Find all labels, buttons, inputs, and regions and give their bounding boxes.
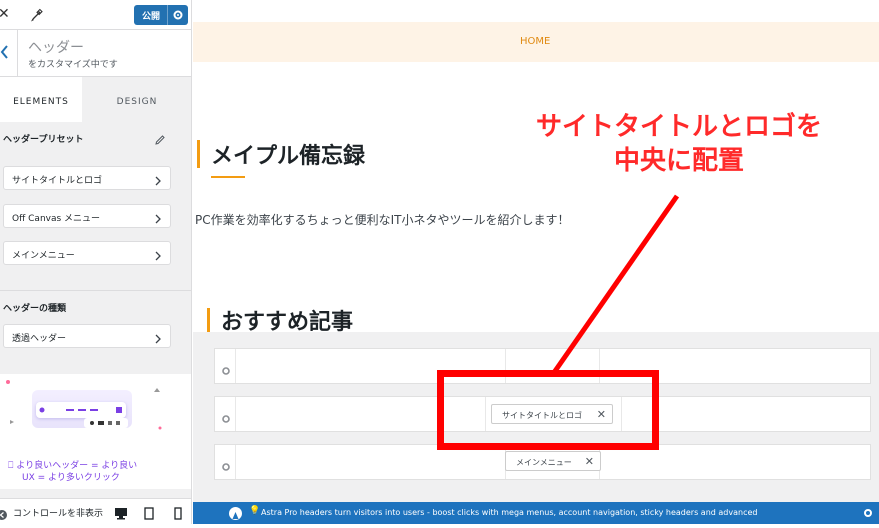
annotation-highlight-box bbox=[437, 370, 659, 450]
annotation-line-2: 中央に配置 bbox=[613, 146, 744, 176]
promo-illustration bbox=[32, 390, 132, 428]
item-site-title-logo[interactable]: サイトタイトルとロゴ bbox=[3, 166, 171, 190]
pencil-icon[interactable] bbox=[30, 7, 44, 22]
chevron-right-icon bbox=[154, 172, 162, 186]
pro-promo-card[interactable]: ⎕ より良いヘッダー = より良い UX = より多いクリック bbox=[0, 374, 191, 489]
panel-tabs: ELEMENTS DESIGN bbox=[0, 77, 191, 122]
back-chevron-icon[interactable] bbox=[0, 42, 10, 62]
promo-line-1: より良いヘッダー = より良い bbox=[16, 461, 138, 471]
lightbulb-icon: 💡 bbox=[249, 506, 261, 516]
customizer-topbar: ✕ 公開 bbox=[0, 0, 191, 30]
annotation-text: サイトタイトルとロゴを 中央に配置 bbox=[499, 110, 859, 178]
banner-settings-gear-icon[interactable] bbox=[857, 502, 879, 524]
item-label: 透過ヘッダー bbox=[12, 334, 67, 344]
tablet-device-icon[interactable] bbox=[144, 505, 154, 524]
item-label: Off Canvas メニュー bbox=[12, 214, 101, 224]
annotation-line-1: サイトタイトルとロゴを bbox=[535, 112, 822, 142]
panel-title: ヘッダー bbox=[28, 40, 84, 56]
customizer-sidebar: ✕ 公開 ヘッダー をカスタマイズ中です ELEMENTS DESIGN ヘッダ… bbox=[0, 0, 192, 524]
close-icon[interactable]: ✕ bbox=[0, 6, 10, 22]
item-off-canvas-menu[interactable]: Off Canvas メニュー bbox=[3, 204, 171, 228]
chevron-right-icon bbox=[154, 247, 162, 261]
section-divider bbox=[0, 290, 191, 291]
item-main-menu[interactable]: メインメニュー bbox=[3, 241, 171, 265]
hide-controls-label[interactable]: コントロールを非表示 bbox=[13, 506, 103, 519]
tab-elements[interactable]: ELEMENTS bbox=[0, 77, 82, 122]
panel-header: ヘッダー をカスタマイズ中です bbox=[0, 30, 191, 77]
hide-controls-icon[interactable] bbox=[0, 506, 8, 524]
chevron-right-icon bbox=[154, 330, 162, 344]
lock-icon: ⎕ bbox=[8, 461, 14, 471]
publish-settings-gear-icon[interactable] bbox=[172, 9, 184, 21]
publish-button[interactable]: 公開 bbox=[134, 5, 188, 25]
publish-separator bbox=[167, 5, 168, 25]
customizer-footer: コントロールを非表示 bbox=[0, 498, 191, 524]
chevron-right-icon bbox=[154, 210, 162, 224]
promo-header-mockup bbox=[36, 402, 126, 418]
mobile-device-icon[interactable] bbox=[174, 505, 182, 524]
header-presets-title: ヘッダープリセット bbox=[3, 135, 84, 145]
edit-pencil-icon[interactable] bbox=[154, 131, 166, 145]
item-label: メインメニュー bbox=[12, 251, 75, 261]
pro-banner-text: Astra Pro headers turn visitors into use… bbox=[261, 508, 758, 517]
publish-label: 公開 bbox=[142, 12, 161, 22]
astra-pro-banner[interactable]: 💡 Astra Pro headers turn visitors into u… bbox=[193, 502, 879, 524]
header-type-title: ヘッダーの種類 bbox=[3, 304, 67, 314]
panel-subtitle: をカスタマイズ中です bbox=[28, 60, 118, 70]
promo-line-2: UX = より多いクリック bbox=[22, 473, 120, 483]
back-separator bbox=[17, 30, 18, 77]
promo-text[interactable]: ⎕ より良いヘッダー = より良い UX = より多いクリック bbox=[8, 460, 137, 484]
astra-logo-icon bbox=[229, 507, 242, 520]
site-preview: HOME メイプル備忘録 PC作業を効率化するちょっと便利なIT小ネタやツールを… bbox=[193, 0, 879, 524]
item-transparent-header[interactable]: 透過ヘッダー bbox=[3, 324, 171, 348]
desktop-device-icon[interactable] bbox=[114, 505, 128, 524]
item-label: サイトタイトルとロゴ bbox=[12, 176, 103, 186]
tab-design[interactable]: DESIGN bbox=[82, 77, 191, 122]
